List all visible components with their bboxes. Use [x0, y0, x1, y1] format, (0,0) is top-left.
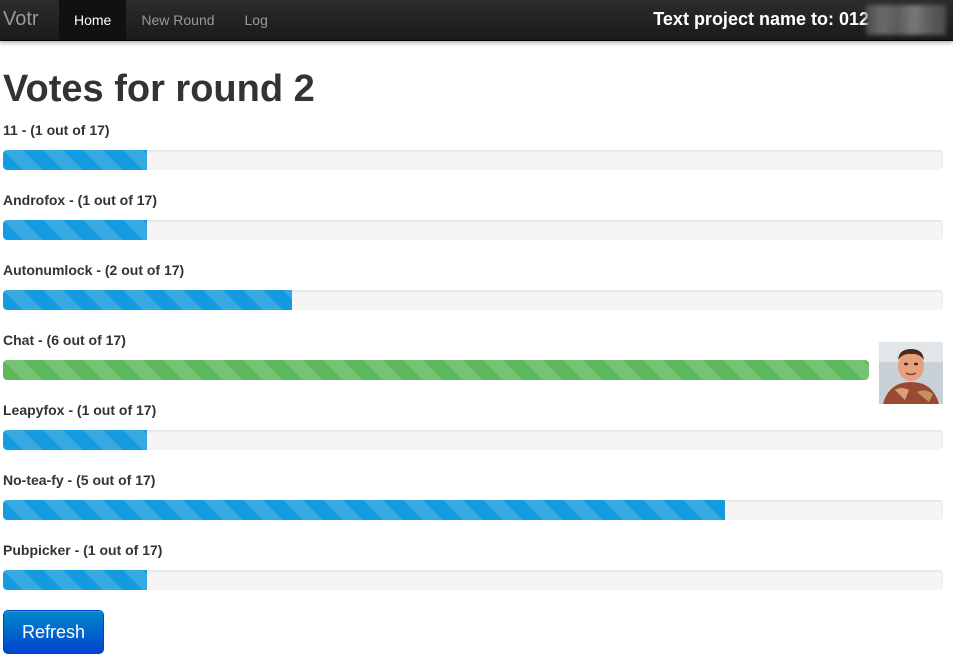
winner-avatar: [879, 342, 943, 404]
candidate-item: No-tea-fy - (5 out of 17): [3, 472, 943, 542]
vote-progress-bar: [3, 220, 148, 240]
vote-progress: [3, 360, 869, 380]
vote-progress: [3, 150, 943, 170]
candidate-item: Pubpicker - (1 out of 17): [3, 542, 943, 612]
vote-progress-bar: [3, 430, 148, 450]
nav-item-log[interactable]: Log: [230, 0, 283, 40]
candidate-label: Pubpicker - (1 out of 17): [3, 542, 163, 558]
candidate-label: No-tea-fy - (5 out of 17): [3, 472, 156, 488]
candidate-label: Autonumlock - (2 out of 17): [3, 262, 185, 278]
vote-progress-bar: [3, 290, 292, 310]
top-navbar: Votr Home New Round Log Text project nam…: [0, 0, 953, 41]
candidate-label: Chat - (6 out of 17): [3, 332, 126, 348]
vote-progress-bar: [3, 360, 869, 380]
nav-item-new-round[interactable]: New Round: [126, 0, 229, 40]
vote-progress-bar: [3, 570, 148, 590]
refresh-button[interactable]: Refresh: [3, 610, 104, 654]
candidate-label: Androfox - (1 out of 17): [3, 192, 157, 208]
vote-progress: [3, 430, 943, 450]
vote-progress: [3, 570, 943, 590]
redacted-phone-number: [866, 5, 946, 35]
candidate-item: Androfox - (1 out of 17): [3, 192, 943, 262]
candidate-item-winner: Chat - (6 out of 17): [3, 332, 943, 404]
candidate-item: Autonumlock - (2 out of 17): [3, 262, 943, 332]
page-title: Votes for round 2: [3, 68, 315, 110]
vote-progress: [3, 220, 943, 240]
brand-logo[interactable]: Votr: [3, 8, 39, 31]
candidate-label: 11 - (1 out of 17): [3, 122, 110, 138]
candidate-item: Leapyfox - (1 out of 17): [3, 402, 943, 472]
vote-progress: [3, 500, 943, 520]
vote-progress-bar: [3, 500, 725, 520]
candidate-list: 11 - (1 out of 17) Androfox - (1 out of …: [3, 122, 943, 612]
main-nav: Home New Round Log: [59, 0, 283, 40]
vote-progress-bar: [3, 150, 148, 170]
candidate-item: 11 - (1 out of 17): [3, 122, 943, 192]
vote-progress: [3, 290, 943, 310]
candidate-label: Leapyfox - (1 out of 17): [3, 402, 157, 418]
nav-item-home[interactable]: Home: [59, 0, 127, 40]
project-sms-instructions: Text project name to: 012: [653, 9, 869, 29]
